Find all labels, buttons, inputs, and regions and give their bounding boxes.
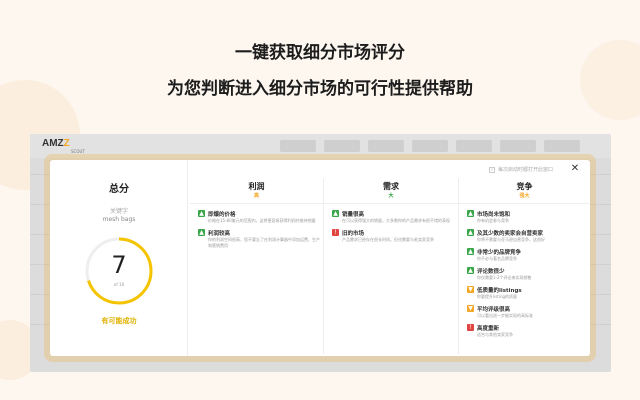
criterion-description: 在可以获得强大的销量，大多数你的产品需求有很不错的表现	[342, 218, 450, 223]
toolbar-placeholder	[544, 140, 580, 152]
app-topbar: AMZZ SCOUT	[30, 134, 611, 158]
toolbar-placeholder	[368, 140, 404, 152]
checkbox-icon[interactable]: ✓	[489, 166, 495, 173]
app-logo: AMZZ	[42, 138, 70, 149]
toolbar-placeholder	[456, 140, 492, 152]
toolbar-placeholder	[324, 140, 360, 152]
criterion-description: 产品需求已经存在很长时间，但也需要与老卖家竞争	[342, 237, 434, 242]
criterion-title: 低质量的listings	[477, 288, 522, 294]
criterion-description: 价格在15-80美元的范围内，这将更容易获得利润并维持销量	[208, 218, 316, 223]
criterion-description: 可以看出进一步能实现的高标准	[477, 313, 533, 318]
criterion-title: 非常少的品牌竞争	[477, 250, 522, 256]
column-level: 高	[253, 193, 259, 199]
toolbar-placeholder	[280, 140, 316, 152]
total-score-title: 总分	[109, 184, 129, 195]
thumbs-up-icon: ▲	[467, 267, 474, 274]
column-title: 竞争	[516, 182, 533, 191]
score-value: 7	[111, 251, 127, 279]
shield-icon: !	[332, 229, 339, 236]
criterion-title: 销量很高	[342, 212, 365, 218]
thumbs-up-icon: ▲	[198, 210, 205, 217]
criterion-title: 市场尚未饱和	[477, 212, 511, 218]
criterion-description: 你将不需要与亚马逊自营竞争，这很好	[477, 237, 545, 242]
criterion-title: 即爆的价格	[208, 212, 236, 218]
thumbs-up-icon: ▲	[332, 210, 339, 217]
column-level: 大	[388, 193, 394, 199]
toolbar-placeholder	[412, 140, 448, 152]
show-on-start-checkbox[interactable]: ✓ 每次启动时都打开此窗口	[489, 166, 553, 173]
column-level: 强大	[519, 193, 530, 199]
keyword-label: 关键字	[109, 208, 128, 215]
thumbs-up-icon: ▲	[198, 229, 205, 236]
column-header: 竞争 强大	[459, 178, 590, 204]
score-of-label: of 10	[113, 282, 125, 287]
shield-icon: !	[467, 324, 474, 331]
score-column-0: 利润高 ▲ 即爆的价格 价格在15-80美元的范围内，这将更容易获得利润并维持销量 ▲ 利…	[190, 178, 323, 356]
verdict-label: 有可能成功	[101, 317, 137, 325]
checkbox-label: 每次启动时都打开此窗口	[498, 167, 554, 173]
score-column-2: 竞争 强大 ▲ 市场尚未饱和 你有机会参与竞争 ▲ 及其少数的卖家会自营卖家 你将不需要与亚马…	[459, 178, 590, 356]
column-title: 需求	[383, 182, 399, 191]
criterion-title: 旧的市场	[342, 231, 365, 237]
criterion-title: 利润较高	[208, 231, 231, 237]
criterion-title: 平均评级很高	[477, 307, 511, 313]
thumbs-down-icon: ▼	[467, 305, 474, 312]
thumbs-up-icon: ▲	[467, 229, 474, 236]
criterion-title: 及其少数的卖家会自营卖家	[477, 231, 544, 237]
close-button[interactable]: ✕	[570, 164, 580, 174]
thumbs-up-icon: ▲	[467, 248, 474, 255]
criterion-description: 你有机会参与竞争	[477, 218, 509, 223]
column-header: 利润高	[190, 178, 323, 204]
criterion-description: 你不必与著名品牌竞争	[477, 256, 517, 261]
criterion-title: 高度重新	[477, 326, 500, 332]
column-header: 需求大	[324, 178, 458, 204]
thumbs-down-icon: ▼	[467, 286, 474, 293]
app-logo-sub: SCOUT	[71, 149, 85, 154]
criterion-description: 适合与其他卖家竞争	[477, 332, 513, 337]
toolbar-placeholder	[500, 140, 536, 152]
criterion-description: 你的利润空间很高，您不要忘了在利润计算器中添加运费、生产和营销费用	[208, 237, 320, 248]
thumbs-up-icon: ▲	[467, 210, 474, 217]
score-column-1: 需求大 ▲ 销量很高 在可以获得强大的销量，大多数你的产品需求有很不错的表现! 旧的市场…	[324, 178, 458, 356]
criterion-description: 你仅需要1-2个评论来实现销售	[477, 275, 532, 280]
column-title: 利润	[248, 182, 265, 191]
niche-score-modal: 总分 关键字 mesh bags 7 of 10 有可能成功 ✓ 每次启动时都打…	[50, 160, 590, 356]
headline-line1: 一键获取细分市场评分	[235, 43, 405, 63]
criterion-title: 评论数很少	[477, 269, 505, 275]
headline-line2: 为您判断进入细分市场的可行性提供帮助	[167, 79, 473, 99]
total-score-panel: 总分 关键字 mesh bags 7 of 10 有可能成功	[50, 160, 188, 356]
criterion-description: 你要提升listing的质量	[477, 294, 518, 299]
keyword-value: mesh bags	[102, 216, 136, 223]
